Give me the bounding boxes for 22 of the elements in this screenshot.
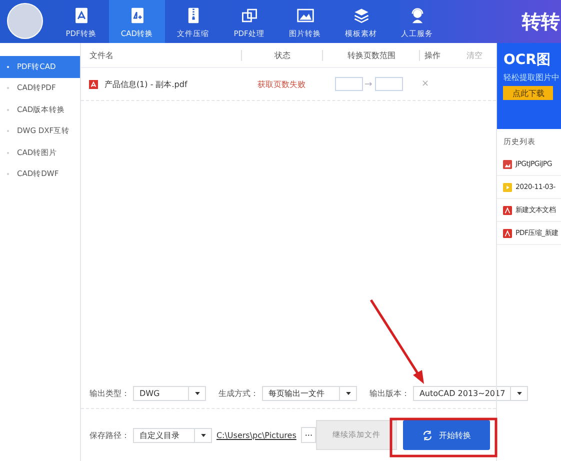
file-name: 产品信息(1) - 副本.pdf xyxy=(104,78,188,90)
column-header: 转换页数范围 xyxy=(322,50,420,60)
ad-title: OCR图 xyxy=(503,51,552,69)
dropdown[interactable]: 自定义目录 xyxy=(133,428,212,442)
dropdown[interactable]: DWG xyxy=(133,386,206,400)
dropdown[interactable]: AutoCAD 2013~2017 xyxy=(413,386,528,400)
option-label: 输出版本： xyxy=(369,388,410,398)
column-header: 文件名 xyxy=(88,50,114,60)
app-logo: 转转 xyxy=(522,10,560,34)
start-button[interactable]: 开始转换 xyxy=(402,420,490,450)
option-label: 输出类型： xyxy=(89,388,130,398)
ad-subtitle: 轻松提取图片中 xyxy=(503,72,560,83)
option-label: 生成方式： xyxy=(218,388,258,398)
column-header: 状态 xyxy=(241,50,322,60)
browse-button[interactable]: ··· xyxy=(301,427,316,443)
ad-banner[interactable]: OCR图 轻松提取图片中 点此下载 xyxy=(497,43,561,129)
status-text: 获取页数失败 xyxy=(256,78,306,90)
option-label: 保存路径： xyxy=(89,430,130,440)
download-button[interactable]: 点此下载 xyxy=(503,86,554,100)
dropdown[interactable]: 每页输出一文件 xyxy=(262,386,358,400)
path-link[interactable]: C:\Users\pc\Pictures xyxy=(216,430,296,440)
column-header: 操作 xyxy=(419,50,458,60)
